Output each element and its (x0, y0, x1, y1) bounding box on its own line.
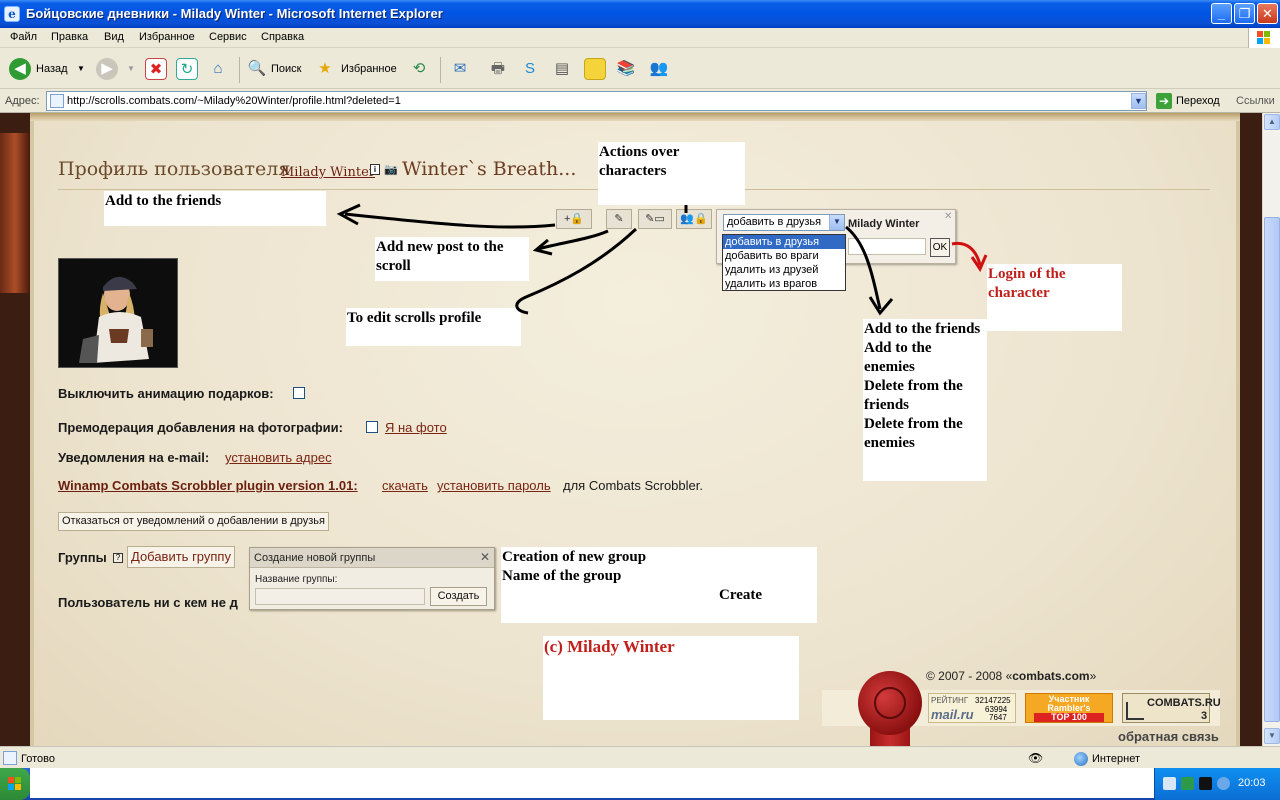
back-button-label[interactable]: Назад (36, 63, 68, 75)
go-button[interactable]: Переход (1176, 95, 1220, 107)
address-input[interactable]: http://scrolls.combats.com/~Milady%20Win… (46, 91, 1147, 111)
arrow-new-post (537, 229, 609, 251)
security-zone-label: Интернет (1092, 753, 1140, 765)
antivirus-icon[interactable] (1181, 777, 1194, 790)
search-button-label[interactable]: Поиск (271, 63, 301, 75)
refresh-icon[interactable]: ↻ (176, 58, 198, 80)
copyright-prefix: © 2007 - 2008 « (926, 669, 1013, 683)
ie-icon: e (4, 6, 20, 22)
research-icon[interactable]: 📚 (615, 58, 637, 80)
favorites-button-label[interactable]: Избранное (341, 63, 397, 75)
copyright-text: © 2007 - 2008 «combats.com» (926, 669, 1096, 683)
mail-count-3: 7647 (989, 713, 1007, 722)
history-icon[interactable]: ⟲ (408, 58, 430, 80)
start-button[interactable] (0, 768, 30, 800)
menu-favorites[interactable]: Избранное (139, 31, 195, 43)
windows-flag-icon (8, 777, 22, 791)
page-icon (50, 94, 64, 108)
vertical-scrollbar[interactable]: ▲ ▼ (1262, 113, 1280, 746)
page-icon (3, 751, 17, 765)
combats-rating-number: 3 (1201, 710, 1208, 722)
menu-bar: Файл Правка Вид Избранное Сервис Справка (0, 28, 1280, 48)
skype-icon[interactable]: S (519, 58, 541, 80)
taskbar: 20:03 (0, 768, 1280, 800)
status-bar: Готово 👁 Интернет (0, 746, 1280, 768)
menu-help[interactable]: Справка (261, 31, 304, 43)
feedback-link[interactable]: обратная связь (1118, 729, 1219, 744)
copyright-site-link[interactable]: combats.com (1012, 669, 1089, 683)
windows-flag-icon (1257, 31, 1271, 45)
arrow-option-list (845, 225, 882, 310)
minimize-button[interactable]: _ (1211, 3, 1232, 24)
toolbar: ◀ Назад ▼ ▶ ▼ ✖ ↻ ⌂ 🔍 Поиск ★ Избранное … (0, 49, 1280, 89)
mail-ru-logo: mail.ru (931, 707, 974, 722)
clock[interactable]: 20:03 (1238, 777, 1266, 789)
combats-ru-badge[interactable]: COMBATS.RU 3 (1122, 693, 1221, 723)
rambler-top100-badge[interactable]: Участник Rambler's TOP 100 (1025, 693, 1113, 723)
messenger-icon[interactable]: 👥 (648, 58, 670, 80)
windows-logo (1248, 28, 1280, 48)
scroll-down-button[interactable]: ▼ (1264, 728, 1280, 744)
scroll-up-button[interactable]: ▲ (1264, 114, 1280, 130)
window-title: Бойцовские дневники - Milady Winter - Mi… (26, 6, 443, 21)
favorites-icon[interactable]: ★ (314, 58, 336, 80)
taskbar-redacted-area (30, 768, 1154, 798)
back-dropdown-icon[interactable]: ▼ (77, 64, 85, 73)
forward-icon[interactable]: ▶ (96, 58, 118, 80)
bar-chart-icon (1126, 702, 1144, 720)
page-viewport: Профиль пользователя Milady Winter i 📷 W… (0, 113, 1262, 746)
scrollbar-thumb[interactable] (1264, 217, 1280, 722)
forward-dropdown-icon[interactable]: ▼ (127, 64, 135, 73)
home-icon[interactable]: ⌂ (207, 58, 229, 80)
edit-icon[interactable]: ▤ (551, 58, 573, 80)
mail-count-1: 32147225 (975, 696, 1011, 705)
rambler-line-3: TOP 100 (1034, 713, 1104, 722)
maximize-button[interactable]: ❐ (1234, 3, 1255, 24)
seal-emblem (874, 687, 906, 719)
arrow-add-friends (344, 212, 556, 229)
print-icon[interactable]: 🖶 (487, 58, 509, 80)
close-button[interactable]: ✕ (1257, 3, 1278, 24)
toolbar-separator (239, 57, 240, 83)
arrow-head (868, 296, 894, 316)
menu-file[interactable]: Файл (10, 31, 37, 43)
address-dropdown-icon[interactable]: ▼ (1131, 93, 1146, 109)
back-icon[interactable]: ◀ (9, 58, 31, 80)
menu-edit[interactable]: Правка (51, 31, 88, 43)
status-text: Готово (21, 753, 55, 765)
toolbar-separator (440, 57, 441, 83)
links-label[interactable]: Ссылки (1236, 95, 1275, 107)
wireless-icon[interactable] (1217, 777, 1230, 790)
combats-ru-logo: COMBATS.RU (1147, 697, 1221, 709)
search-icon[interactable]: 🔍 (246, 58, 268, 80)
window-title-bar[interactable]: e Бойцовские дневники - Milady Winter - … (0, 0, 1280, 28)
mail-ru-rating-badge[interactable]: РЕЙТИНГ mail.ru 32147225 63994 7647 (928, 693, 1016, 723)
copyright-suffix: » (1089, 669, 1097, 683)
mail-rating-label: РЕЙТИНГ (931, 696, 969, 705)
address-label: Адрес: (5, 95, 40, 107)
internet-zone-icon (1074, 752, 1088, 766)
media-icon[interactable] (1199, 777, 1212, 790)
wax-seal-logo (858, 671, 922, 735)
address-bar: Адрес: http://scrolls.combats.com/~Milad… (0, 90, 1280, 113)
stop-icon[interactable]: ✖ (145, 58, 167, 80)
menu-tools[interactable]: Сервис (209, 31, 247, 43)
privacy-icon[interactable]: 👁 (1028, 751, 1043, 765)
notes-icon[interactable] (584, 58, 606, 80)
go-arrow-icon[interactable]: ➔ (1156, 93, 1172, 109)
menu-view[interactable]: Вид (104, 31, 124, 43)
annotation-arrows (336, 203, 988, 316)
mail-icon[interactable]: ✉ (449, 58, 471, 80)
address-value[interactable]: http://scrolls.combats.com/~Milady%20Win… (67, 95, 401, 107)
network-icon[interactable] (1163, 777, 1176, 790)
